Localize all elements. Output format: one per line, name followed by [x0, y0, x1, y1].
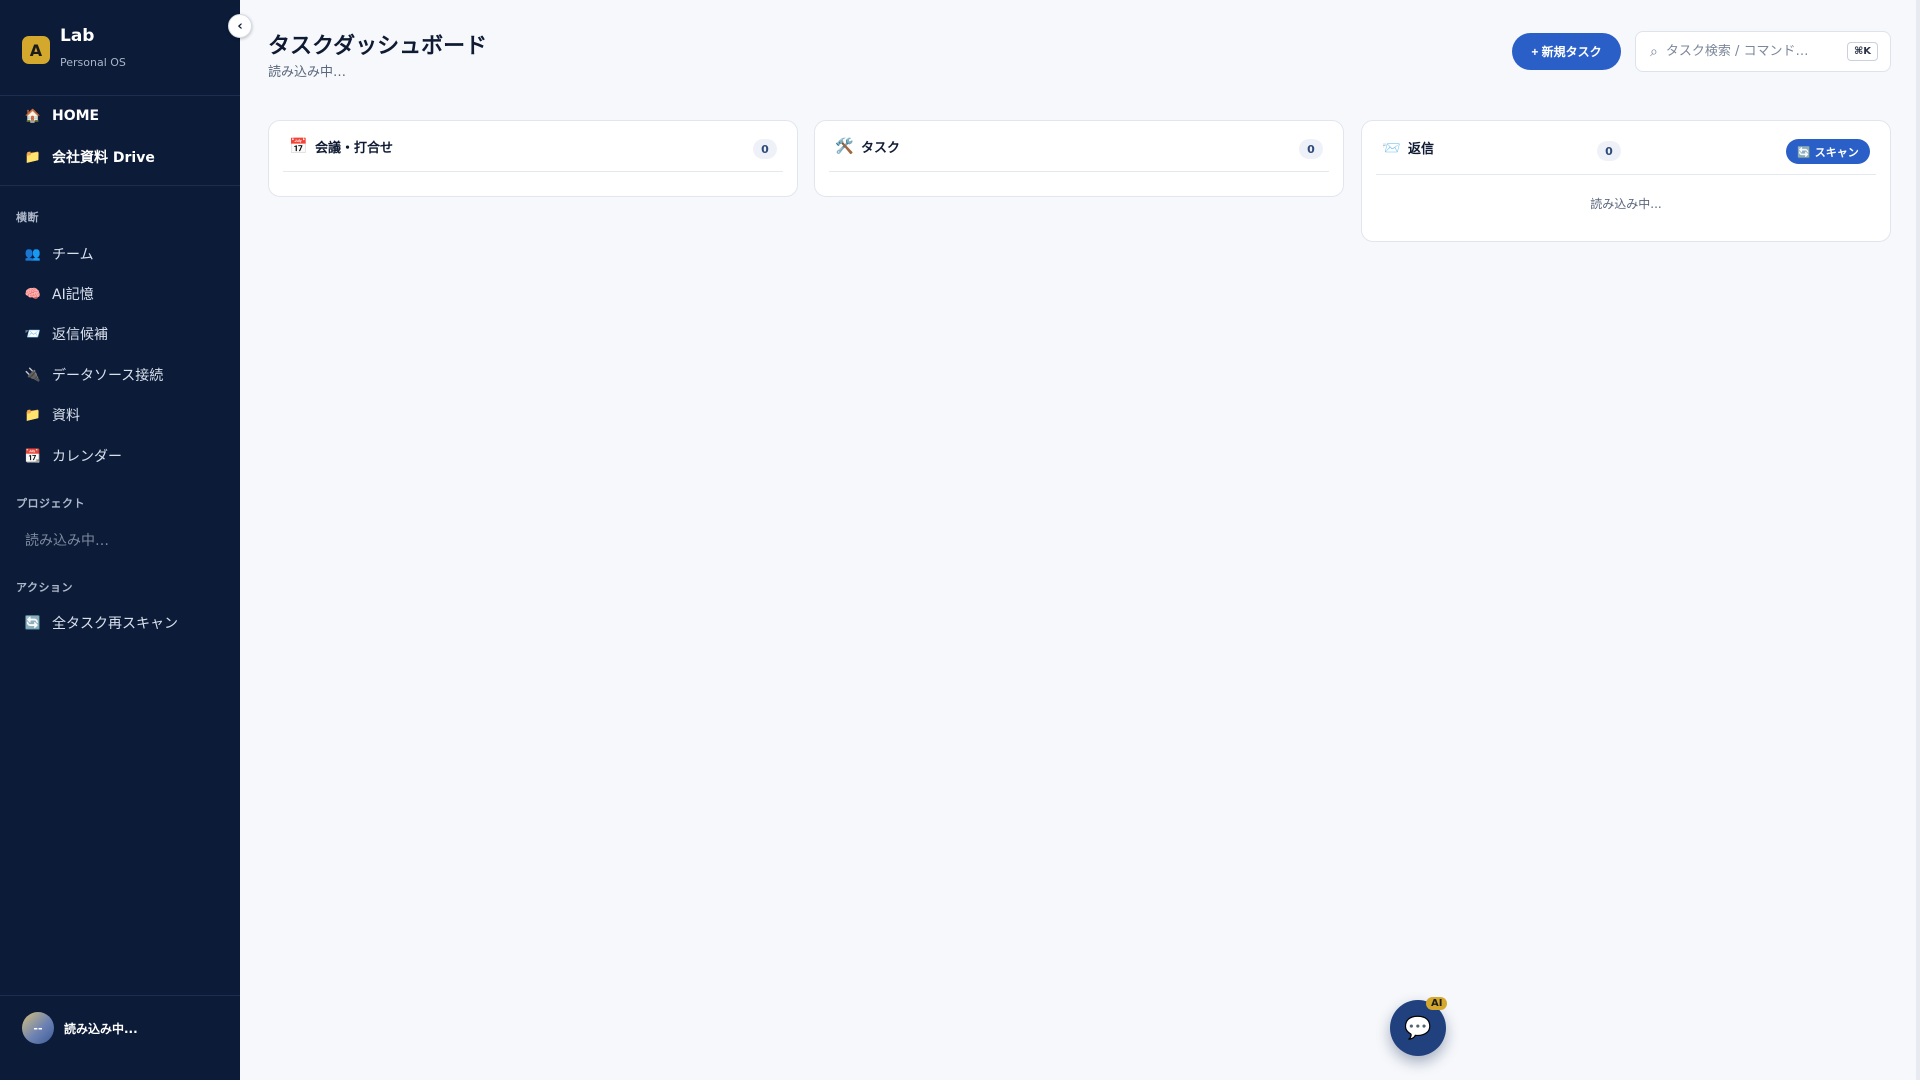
- calendar-icon: 📆: [24, 448, 42, 464]
- brand-subtitle: Personal OS: [60, 56, 126, 69]
- user-profile[interactable]: -- 読み込み中...: [22, 1012, 138, 1044]
- sidebar-item-home[interactable]: 🏠 HOME: [24, 104, 99, 128]
- sidebar-item-label: HOME: [52, 108, 100, 124]
- sidebar-item-label: チーム: [52, 247, 94, 263]
- refresh-icon: 🔄: [24, 615, 42, 631]
- brain-icon: 🧠: [24, 286, 42, 302]
- sidebar-item-drive[interactable]: 📁 会社資料 Drive: [24, 145, 155, 169]
- page-subtitle: 読み込み中…: [268, 65, 347, 80]
- projects-loading: 読み込み中…: [25, 533, 109, 549]
- folder-icon: 📁: [24, 407, 42, 423]
- sidebar-item-data-sources[interactable]: 🔌 データソース接続: [24, 363, 163, 387]
- team-icon: 👥: [24, 246, 42, 262]
- sidebar-divider: [0, 95, 240, 96]
- sidebar-item-rescan-all[interactable]: 🔄 全タスク再スキャン: [24, 611, 178, 635]
- count-badge: 0: [1597, 141, 1621, 161]
- sidebar-item-team[interactable]: 👥 チーム: [24, 242, 94, 266]
- card-tasks: 🛠️ タスク 0: [814, 120, 1344, 197]
- chat-icon: 💬: [1404, 1015, 1432, 1041]
- sidebar-item-calendar[interactable]: 📆 カレンダー: [24, 444, 122, 468]
- envelope-icon: 📨: [24, 326, 42, 342]
- plug-icon: 🔌: [24, 367, 42, 383]
- tools-icon: 🛠️: [835, 137, 854, 155]
- sidebar-collapse-button[interactable]: ‹: [228, 14, 252, 38]
- brand-name: Lab: [60, 26, 95, 46]
- shortcut-hint: ⌘K: [1846, 42, 1878, 61]
- avatar: --: [22, 1012, 54, 1044]
- home-icon: 🏠: [24, 108, 42, 124]
- section-label-cross: 横断: [16, 211, 39, 224]
- sidebar-item-label: 全タスク再スキャン: [52, 616, 178, 632]
- sidebar-item-label: AI記憶: [52, 287, 94, 303]
- ai-badge: AI: [1426, 997, 1448, 1010]
- card-header: 📅 会議・打合せ: [283, 121, 783, 172]
- new-task-button[interactable]: + 新規タスク: [1512, 33, 1621, 70]
- card-loading-text: 読み込み中...: [1590, 197, 1662, 211]
- card-title: タスク: [861, 140, 901, 156]
- scan-button[interactable]: 🔄 スキャン: [1786, 139, 1870, 164]
- sidebar-item-reply-candidates[interactable]: 📨 返信候補: [24, 322, 108, 346]
- calendar-icon: 📅: [289, 137, 308, 155]
- sidebar-item-label: データソース接続: [52, 368, 164, 384]
- sidebar-item-label: 会社資料 Drive: [52, 150, 155, 166]
- card-title: 会議・打合せ: [315, 140, 394, 156]
- sidebar-divider: [0, 995, 240, 996]
- sidebar-item-label: カレンダー: [52, 449, 122, 465]
- page-title: タスクダッシュボード: [268, 34, 488, 59]
- section-label-projects: プロジェクト: [16, 497, 85, 510]
- search-icon: ⌕: [1650, 43, 1658, 60]
- sidebar-divider: [0, 185, 240, 186]
- brand-logo: A: [22, 36, 50, 64]
- count-badge: 0: [1299, 139, 1323, 159]
- envelope-icon: 📨: [1382, 138, 1401, 157]
- count-badge: 0: [753, 139, 777, 159]
- sidebar-item-ai-memory[interactable]: 🧠 AI記憶: [24, 282, 94, 306]
- sidebar-item-label: 資料: [52, 408, 80, 424]
- section-label-actions: アクション: [16, 581, 73, 594]
- folder-icon: 📁: [24, 149, 42, 165]
- card-header: 🛠️ タスク: [829, 121, 1329, 172]
- search-input[interactable]: [1665, 44, 1847, 59]
- sidebar-item-label: 返信候補: [52, 327, 108, 343]
- sidebar-item-materials[interactable]: 📁 資料: [24, 403, 80, 427]
- user-name: 読み込み中...: [64, 1021, 138, 1036]
- search-box[interactable]: ⌕ ⌘K: [1635, 31, 1891, 72]
- scrollbar-track[interactable]: [1916, 0, 1920, 1080]
- card-title: 返信: [1408, 142, 1435, 157]
- card-meetings: 📅 会議・打合せ 0: [268, 120, 798, 197]
- brand[interactable]: A Lab Personal OS: [22, 24, 126, 69]
- sidebar: A Lab Personal OS 🏠 HOME 📁 会社資料 Drive 横断…: [0, 0, 240, 1080]
- brand-text: Lab Personal OS: [60, 24, 126, 69]
